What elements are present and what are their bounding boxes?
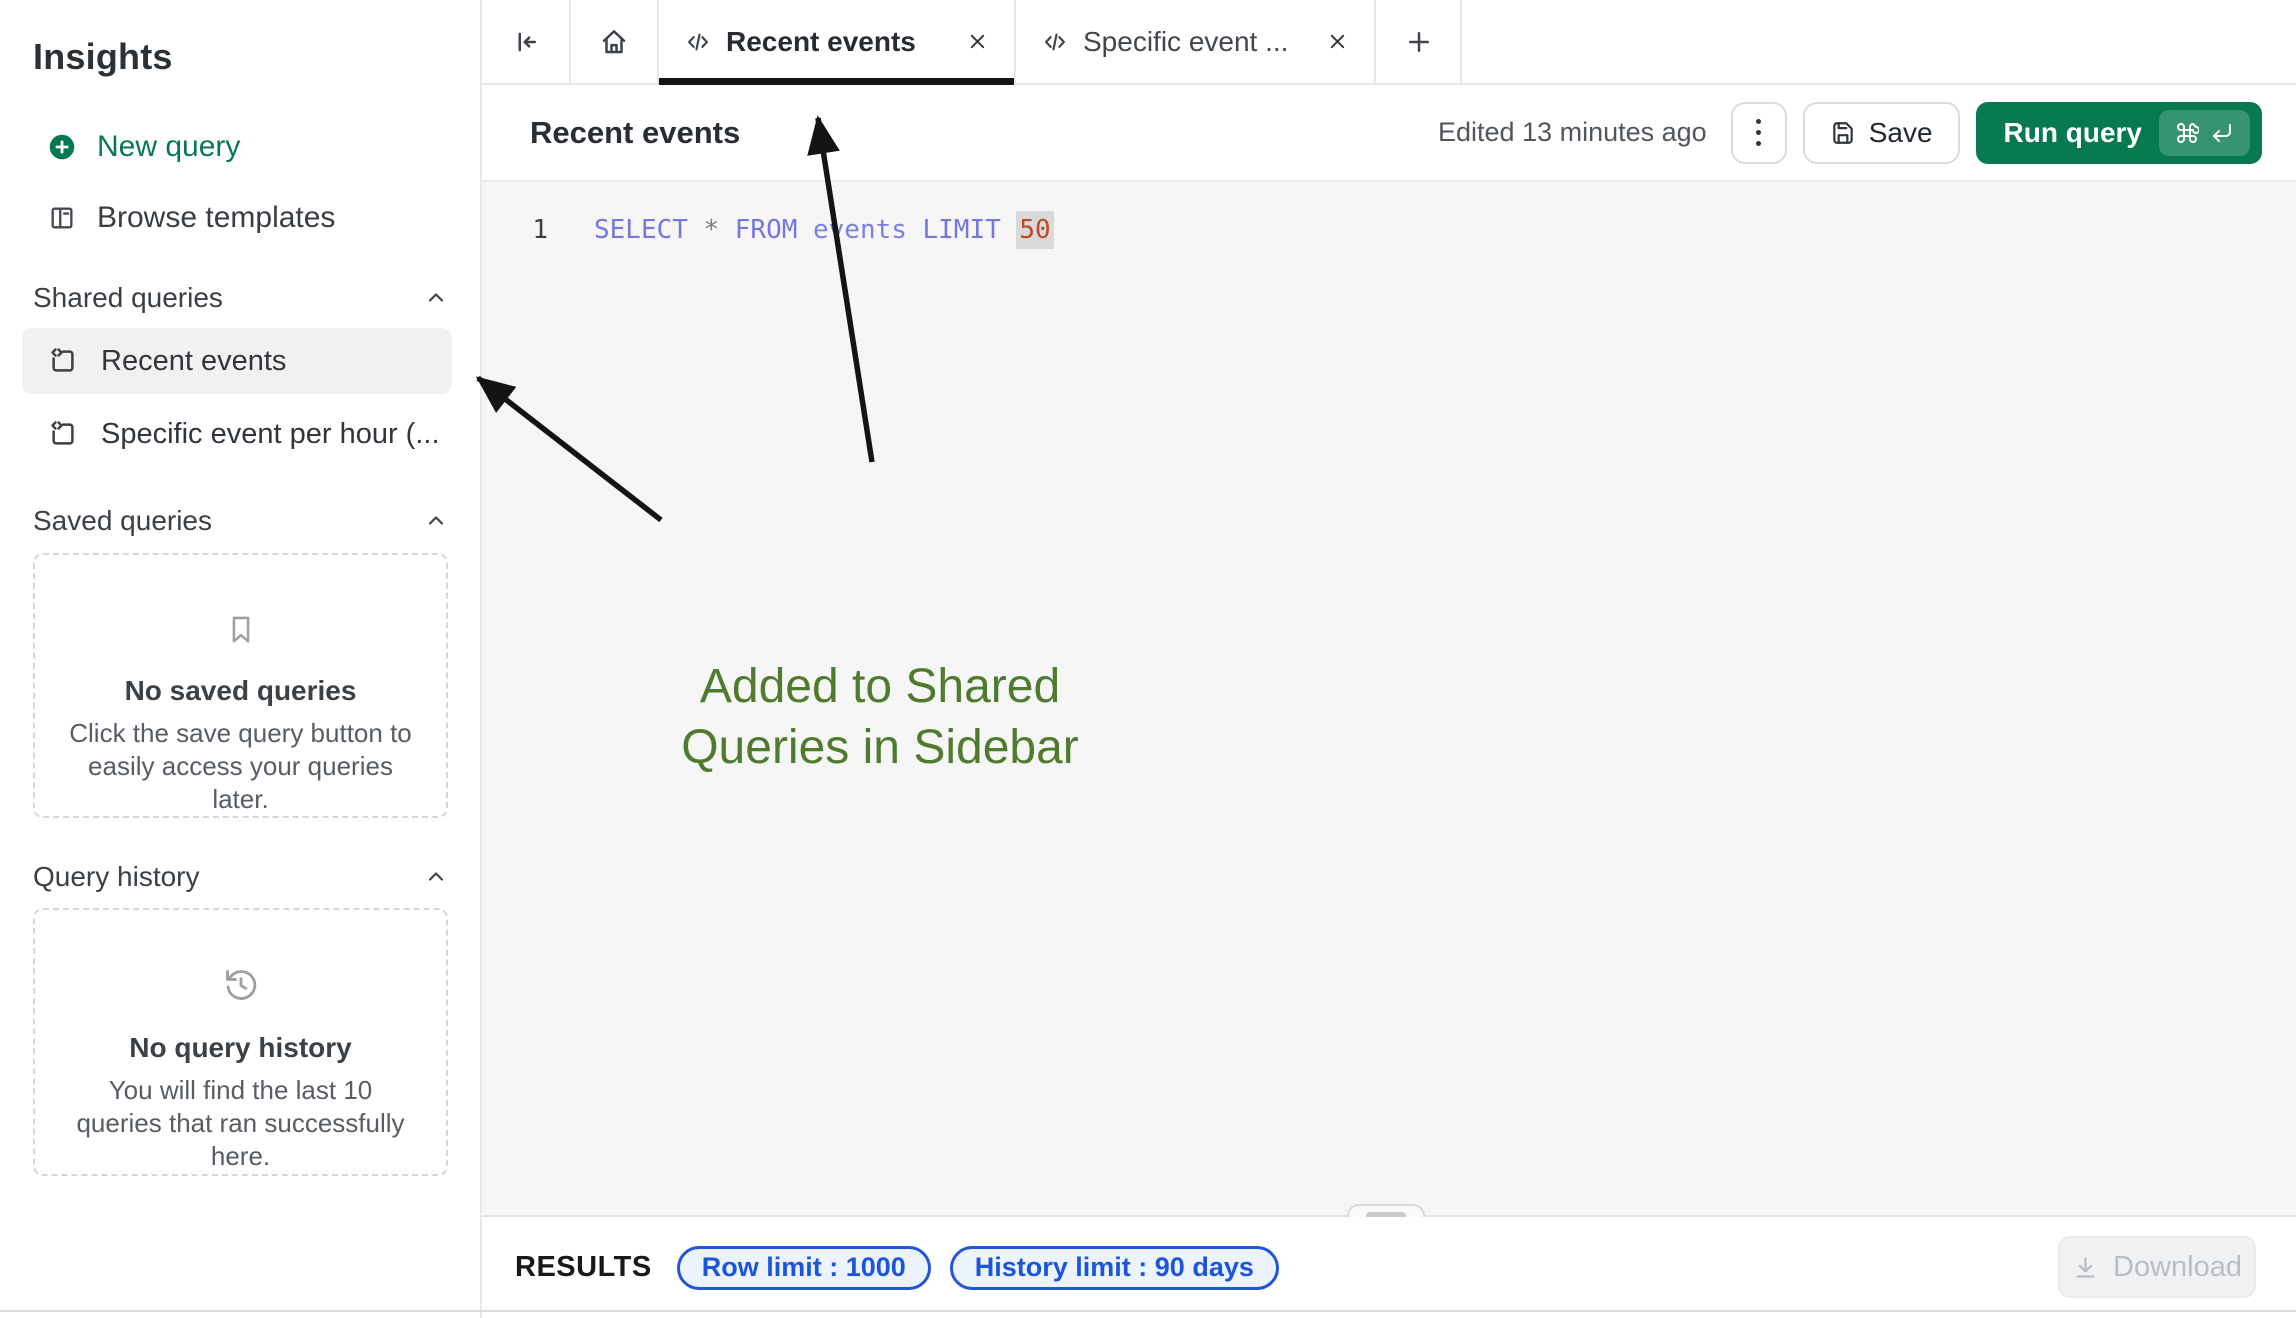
browse-templates-label: Browse templates bbox=[97, 201, 335, 235]
sql-keyword: FROM bbox=[735, 215, 798, 245]
query-history-header: Query history bbox=[33, 861, 448, 893]
chevron-up-icon[interactable] bbox=[424, 286, 448, 310]
row-limit-chip[interactable]: Row limit : 1000 bbox=[677, 1246, 931, 1290]
annotation-line-1: Added to Shared bbox=[630, 656, 1130, 717]
tab-recent-events[interactable]: Recent events bbox=[659, 0, 1016, 83]
code-square-icon bbox=[48, 419, 78, 449]
results-label: RESULTS bbox=[515, 1251, 652, 1284]
download-label: Download bbox=[2113, 1251, 2242, 1284]
kebab-dot bbox=[1756, 141, 1761, 146]
new-query-label: New query bbox=[97, 130, 240, 164]
results-bar: RESULTS Row limit : 1000 History limit :… bbox=[482, 1217, 2296, 1318]
editor-header: Recent events Edited 13 minutes ago Save… bbox=[482, 85, 2296, 182]
home-button[interactable] bbox=[571, 0, 659, 83]
download-icon bbox=[2072, 1254, 2099, 1281]
chevron-up-icon[interactable] bbox=[424, 865, 448, 889]
run-query-button[interactable]: Run query bbox=[1976, 102, 2262, 164]
code-icon bbox=[685, 29, 711, 55]
plus-circle-icon bbox=[48, 133, 76, 161]
sidebar: Insights New query Browse templates Shar… bbox=[0, 0, 482, 1318]
close-tab-icon[interactable] bbox=[1323, 27, 1352, 56]
code-square-icon bbox=[48, 346, 78, 376]
shared-queries-header: Shared queries bbox=[33, 282, 448, 314]
sql-code[interactable]: SELECT*FROMeventsLIMIT50 bbox=[594, 215, 1054, 245]
close-tab-icon[interactable] bbox=[963, 27, 992, 56]
bookmark-icon bbox=[223, 613, 259, 647]
sql-number-highlighted: 50 bbox=[1016, 211, 1053, 249]
annotation-line-2: Queries in Sidebar bbox=[630, 717, 1130, 778]
tab-bar: Recent events Specific event ... bbox=[482, 0, 2296, 85]
history-empty-title: No query history bbox=[129, 1032, 351, 1064]
tab-label: Specific event ... bbox=[1083, 26, 1288, 58]
window-bottom-edge bbox=[0, 1310, 2296, 1312]
tab-specific-event[interactable]: Specific event ... bbox=[1016, 0, 1376, 83]
code-icon bbox=[1042, 29, 1068, 55]
return-icon bbox=[2210, 121, 2234, 145]
run-query-label: Run query bbox=[2004, 117, 2142, 149]
plus-icon bbox=[1404, 27, 1434, 57]
sidebar-title: Insights bbox=[33, 36, 173, 78]
sidebar-item-label: Recent events bbox=[101, 345, 286, 378]
query-title: Recent events bbox=[530, 85, 740, 180]
save-label: Save bbox=[1869, 117, 1933, 149]
collapse-sidebar-button[interactable] bbox=[482, 0, 571, 83]
sql-keyword: LIMIT bbox=[923, 215, 1001, 245]
editor-controls: Edited 13 minutes ago Save Run query bbox=[1438, 85, 2262, 180]
command-icon bbox=[2175, 121, 2199, 145]
saved-empty-title: No saved queries bbox=[125, 675, 357, 707]
more-options-button[interactable] bbox=[1731, 102, 1787, 164]
home-icon bbox=[599, 27, 629, 57]
line-number: 1 bbox=[512, 215, 548, 245]
annotation-text: Added to Shared Queries in Sidebar bbox=[630, 656, 1130, 778]
shared-queries-label: Shared queries bbox=[33, 282, 223, 314]
collapse-left-icon bbox=[511, 27, 541, 57]
save-icon bbox=[1830, 120, 1856, 146]
chevron-up-icon[interactable] bbox=[424, 509, 448, 533]
new-query-button[interactable]: New query bbox=[48, 126, 240, 168]
insights-app: Insights New query Browse templates Shar… bbox=[0, 0, 2296, 1318]
run-shortcut-badge bbox=[2159, 110, 2250, 156]
kebab-dot bbox=[1756, 130, 1761, 135]
history-icon bbox=[222, 966, 260, 1004]
new-tab-button[interactable] bbox=[1378, 0, 1462, 83]
history-limit-chip[interactable]: History limit : 90 days bbox=[950, 1246, 1279, 1290]
sql-keyword: SELECT bbox=[594, 215, 688, 245]
saved-queries-empty-state: No saved queries Click the save query bu… bbox=[33, 553, 448, 818]
templates-icon bbox=[48, 204, 76, 232]
query-history-label: Query history bbox=[33, 861, 200, 893]
edited-status: Edited 13 minutes ago bbox=[1438, 117, 1707, 148]
main-panel: Recent events Specific event ... bbox=[482, 0, 2296, 1318]
saved-empty-desc: Click the save query button to easily ac… bbox=[65, 717, 417, 816]
tab-label: Recent events bbox=[726, 26, 916, 58]
sidebar-item-specific-event[interactable]: Specific event per hour (... bbox=[22, 401, 452, 467]
browse-templates-button[interactable]: Browse templates bbox=[48, 197, 335, 239]
query-history-empty-state: No query history You will find the last … bbox=[33, 908, 448, 1176]
history-empty-desc: You will find the last 10 queries that r… bbox=[65, 1074, 417, 1173]
saved-queries-label: Saved queries bbox=[33, 505, 212, 537]
kebab-dot bbox=[1756, 119, 1761, 124]
sidebar-item-label: Specific event per hour (... bbox=[101, 418, 440, 451]
code-line: 1 SELECT * FROM events LIMIT 50 bbox=[482, 208, 2296, 254]
sql-operator: * bbox=[704, 215, 720, 245]
download-button[interactable]: Download bbox=[2058, 1236, 2256, 1298]
sql-identifier: events bbox=[813, 215, 907, 245]
active-tab-indicator bbox=[659, 78, 1014, 85]
save-button[interactable]: Save bbox=[1803, 102, 1960, 164]
sql-editor[interactable]: 1 SELECT * FROM events LIMIT 50 Added to Shar… bbox=[482, 182, 2296, 1215]
saved-queries-header: Saved queries bbox=[33, 505, 448, 537]
sidebar-item-recent-events[interactable]: Recent events bbox=[22, 328, 452, 394]
